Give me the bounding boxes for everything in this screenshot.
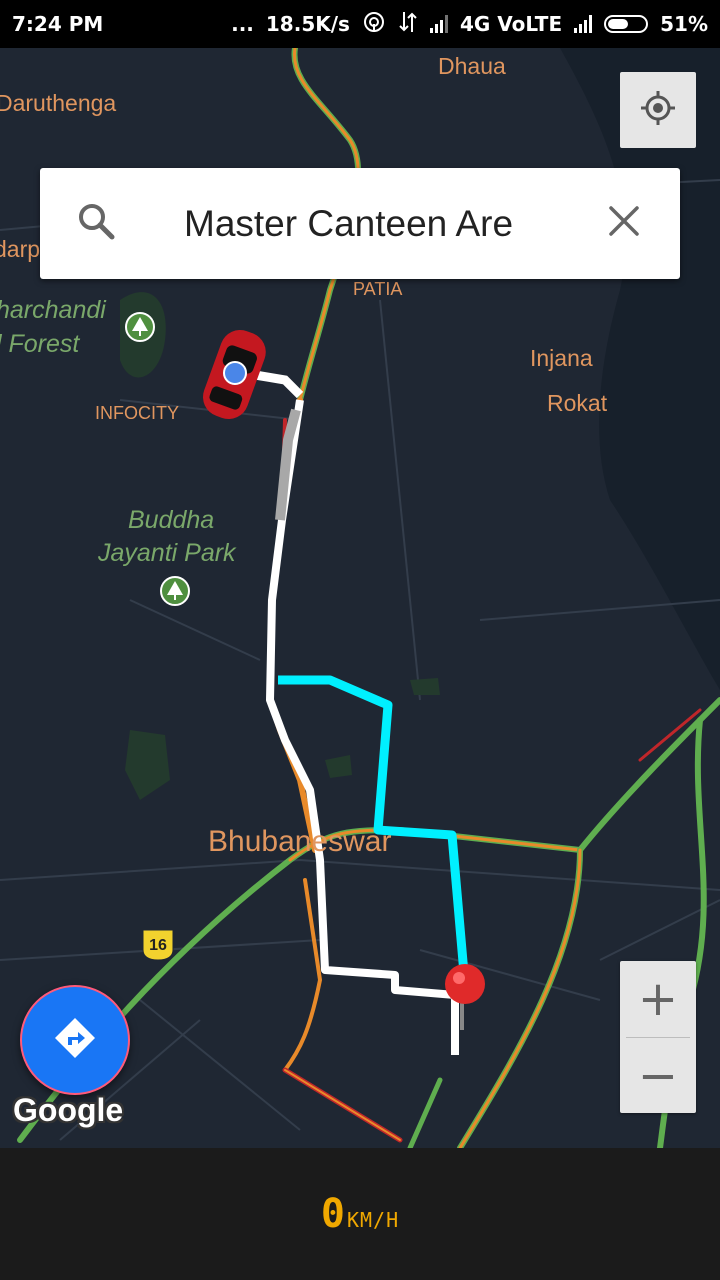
speedometer-bar: 0 KM/H xyxy=(0,1148,720,1280)
status-net-speed: 18.5K/s xyxy=(265,12,350,36)
my-location-icon xyxy=(638,88,678,133)
signal-strength-icon-2 xyxy=(574,15,593,33)
park-area-4 xyxy=(410,678,440,695)
data-transfer-icon xyxy=(398,10,418,39)
directions-button[interactable] xyxy=(20,985,130,1095)
map-label-daruthenga: Daruthenga xyxy=(0,90,117,116)
park-icon-2 xyxy=(160,576,190,606)
signal-strength-icon xyxy=(429,15,448,33)
clear-search-button[interactable] xyxy=(568,204,680,243)
status-more-dots: ... xyxy=(231,12,254,36)
map-label-jayanti-park: Jayanti Park xyxy=(98,539,236,567)
current-location-dot xyxy=(223,361,247,385)
route-start-segment xyxy=(254,370,304,399)
my-location-button[interactable] xyxy=(620,72,696,148)
map-label-patia: PATIA xyxy=(353,279,403,299)
route-primary xyxy=(266,399,459,1055)
map-label-infocity: INFOCITY xyxy=(95,403,179,423)
park-area-2 xyxy=(125,730,170,800)
search-bar[interactable]: Master Canteen Are xyxy=(40,168,680,279)
zoom-in-button[interactable]: + xyxy=(620,961,696,1037)
close-icon xyxy=(607,204,641,243)
status-bar: 7:24 PM ... 18.5K/s 4G VoLTE 51% xyxy=(0,0,720,48)
speed-readout: 0 KM/H xyxy=(321,1191,399,1237)
zoom-out-button[interactable]: − xyxy=(620,1038,696,1114)
map-label-buddha: Buddha xyxy=(128,506,215,534)
search-button[interactable] xyxy=(40,201,152,246)
park-icon xyxy=(125,312,155,342)
speed-value: 0 xyxy=(320,1191,345,1237)
highway-shield-16: 16 xyxy=(142,929,174,961)
map-label-harchandi: harchandi xyxy=(0,296,106,324)
map-label-rokat: Rokat xyxy=(547,390,608,416)
status-icons: ... 18.5K/s 4G VoLTE 51% xyxy=(231,10,708,39)
zoom-controls: + − xyxy=(620,961,696,1113)
search-icon xyxy=(76,201,116,246)
hotspot-icon xyxy=(362,10,386,39)
map-label-injana: Injana xyxy=(530,345,593,371)
map-label-darp: darp xyxy=(0,236,41,262)
map-label-bhubaneswar: Bhubaneswar xyxy=(208,825,392,858)
map-label-forest: l Forest xyxy=(0,330,80,358)
status-time: 7:24 PM xyxy=(12,12,104,36)
speed-unit: KM/H xyxy=(346,1208,400,1232)
directions-arrow-icon xyxy=(53,1016,97,1065)
map-label-dhaua: Dhaua xyxy=(438,53,506,79)
park-area-3 xyxy=(325,755,352,778)
search-query-text[interactable]: Master Canteen Are xyxy=(152,203,568,245)
highway-shield-label: 16 xyxy=(149,937,167,954)
battery-icon xyxy=(604,15,649,33)
network-type: 4G VoLTE xyxy=(459,12,563,36)
battery-percent: 51% xyxy=(660,12,708,36)
google-logo: Google xyxy=(13,1092,124,1128)
